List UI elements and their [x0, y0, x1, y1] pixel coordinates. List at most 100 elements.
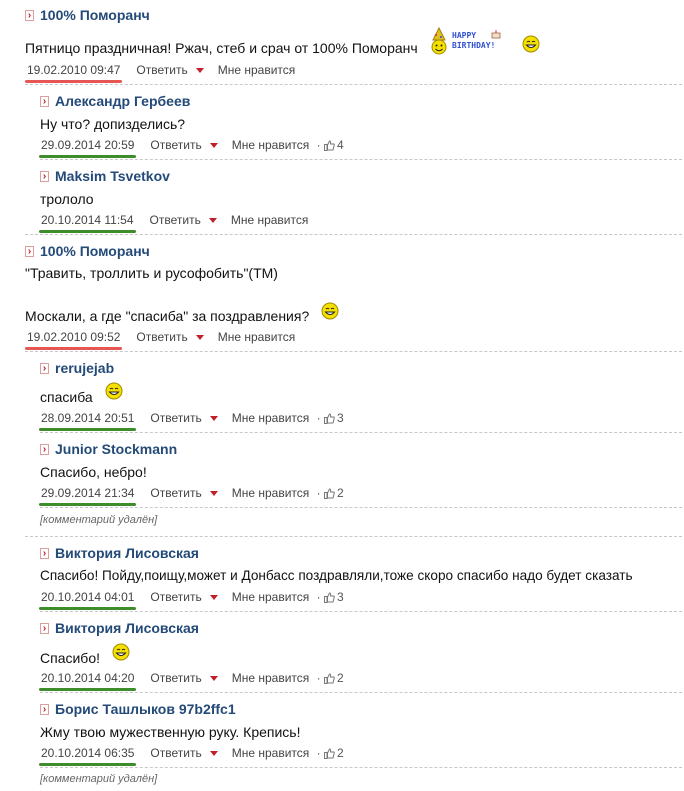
smiley-icon	[522, 35, 540, 53]
comment-text: "Травить, троллить и русофобить"(ТМ)	[25, 265, 278, 281]
divider	[25, 351, 682, 352]
expand-arrow-icon[interactable]: ›	[25, 245, 34, 257]
thumbs-up-icon	[323, 139, 335, 151]
smiley-icon	[112, 643, 130, 661]
date-underline	[39, 607, 137, 610]
thumbs-up-icon	[323, 591, 335, 603]
thumbs-up-icon	[323, 487, 335, 499]
comment-date[interactable]: 29.09.2014 20:59	[39, 138, 137, 158]
comment-text: Ну что? допизделись?	[40, 116, 186, 132]
reply-dropdown-icon[interactable]	[209, 415, 218, 421]
thumbs-up-icon	[323, 412, 335, 424]
author-link[interactable]: rerujejab	[55, 360, 114, 376]
comment-text: Пятницо праздничная! Ржач, стеб и срач о…	[25, 40, 418, 56]
reply-dropdown-icon[interactable]	[195, 67, 204, 73]
comment-date[interactable]: 19.02.2010 09:52	[25, 330, 123, 350]
reply-link[interactable]: Ответить	[150, 213, 201, 227]
reply-link[interactable]: Ответить	[136, 330, 187, 344]
author-link[interactable]: Александр Гербеев	[55, 93, 190, 109]
expand-arrow-icon[interactable]: ›	[40, 703, 49, 715]
deleted-comment: [комментарий удалён]	[40, 773, 158, 785]
divider	[40, 611, 682, 612]
author-link[interactable]: 100% Поморанч	[40, 7, 150, 23]
smiley-icon	[321, 302, 339, 320]
comment-text: спасиба	[40, 389, 93, 405]
comment-header: › Виктория Лисовская	[40, 619, 199, 637]
comment-header: › Александр Гербеев	[40, 92, 190, 110]
divider	[40, 159, 682, 160]
reply-link[interactable]: Ответить	[150, 411, 201, 425]
expand-arrow-icon[interactable]: ›	[25, 9, 34, 21]
like-link[interactable]: Мне нравится	[232, 590, 310, 604]
happy-birthday-icon: HAPPY BIRTHDAY!	[428, 26, 501, 56]
like-link[interactable]: Мне нравится	[218, 330, 296, 344]
comment-header: › 100% Поморанч	[25, 242, 150, 260]
like-count: · 4	[313, 138, 344, 152]
like-link[interactable]: Мне нравится	[218, 63, 296, 77]
expand-arrow-icon[interactable]: ›	[40, 95, 49, 107]
like-link[interactable]: Мне нравится	[232, 746, 310, 760]
reply-link[interactable]: Ответить	[136, 63, 187, 77]
divider	[25, 84, 682, 85]
like-link[interactable]: Мне нравится	[232, 138, 310, 152]
date-underline	[39, 688, 137, 691]
expand-arrow-icon[interactable]: ›	[40, 622, 49, 634]
author-link[interactable]: 100% Поморанч	[40, 243, 150, 259]
reply-link[interactable]: Ответить	[150, 590, 201, 604]
like-link[interactable]: Мне нравится	[232, 486, 310, 500]
reply-dropdown-icon[interactable]	[195, 334, 204, 340]
divider	[40, 692, 682, 693]
comment-text: трололо	[40, 191, 94, 207]
comment-header: › Виктория Лисовская	[40, 544, 199, 562]
reply-dropdown-icon[interactable]	[208, 217, 217, 223]
date-underline	[39, 230, 136, 233]
expand-arrow-icon[interactable]: ›	[40, 443, 49, 455]
reply-dropdown-icon[interactable]	[209, 750, 218, 756]
reply-dropdown-icon[interactable]	[209, 675, 218, 681]
like-count: · 3	[313, 411, 344, 425]
reply-link[interactable]: Ответить	[150, 486, 201, 500]
date-underline	[39, 503, 137, 506]
reply-link[interactable]: Ответить	[150, 138, 201, 152]
comment-date[interactable]: 20.10.2014 04:20	[39, 671, 137, 691]
birthday-line-2: BIRTHDAY!	[452, 41, 496, 50]
comment-meta: 29.09.2014 20:59 Ответить Мне нравится ·…	[39, 137, 344, 158]
comment-date[interactable]: 20.10.2014 04:01	[39, 590, 137, 610]
reply-link[interactable]: Ответить	[150, 671, 201, 685]
comment-meta: 29.09.2014 21:34 Ответить Мне нравится ·…	[39, 485, 344, 506]
author-link[interactable]: Maksim Tsvetkov	[55, 168, 170, 184]
expand-arrow-icon[interactable]: ›	[40, 170, 49, 182]
like-count: · 3	[313, 590, 344, 604]
comment-text: Спасибо! Пойду,поищу,может и Донбасс поз…	[40, 568, 633, 583]
divider	[40, 432, 682, 433]
comment-date[interactable]: 19.02.2010 09:47	[25, 63, 123, 83]
reply-dropdown-icon[interactable]	[209, 594, 218, 600]
reply-dropdown-icon[interactable]	[209, 142, 218, 148]
comment-meta: 20.10.2014 04:01 Ответить Мне нравится ·…	[39, 589, 344, 610]
author-link[interactable]: Junior Stockmann	[55, 441, 177, 457]
thumbs-up-icon	[323, 747, 335, 759]
like-link[interactable]: Мне нравится	[232, 671, 310, 685]
expand-arrow-icon[interactable]: ›	[40, 362, 49, 374]
expand-arrow-icon[interactable]: ›	[40, 547, 49, 559]
date-underline	[25, 347, 123, 350]
like-count: · 2	[313, 486, 344, 500]
comment-meta: 20.10.2014 06:35 Ответить Мне нравится ·…	[39, 745, 344, 766]
comment-meta: 28.09.2014 20:51 Ответить Мне нравится ·…	[39, 410, 344, 431]
comment-header: › Maksim Tsvetkov	[40, 167, 170, 185]
comment-text: Спасибо!	[40, 650, 100, 666]
comment-date[interactable]: 28.09.2014 20:51	[39, 411, 137, 431]
date-underline	[25, 80, 123, 83]
reply-link[interactable]: Ответить	[150, 746, 201, 760]
comment-date[interactable]: 20.10.2014 11:54	[39, 213, 136, 233]
divider	[40, 767, 682, 768]
like-link[interactable]: Мне нравится	[231, 213, 309, 227]
deleted-comment: [комментарий удалён]	[40, 514, 158, 526]
comment-date[interactable]: 20.10.2014 06:35	[39, 746, 137, 766]
author-link[interactable]: Виктория Лисовская	[55, 545, 199, 561]
author-link[interactable]: Виктория Лисовская	[55, 620, 199, 636]
like-link[interactable]: Мне нравится	[232, 411, 310, 425]
reply-dropdown-icon[interactable]	[209, 490, 218, 496]
author-link[interactable]: Борис Ташлыков 97b2ffc1	[55, 701, 236, 717]
comment-date[interactable]: 29.09.2014 21:34	[39, 486, 137, 506]
